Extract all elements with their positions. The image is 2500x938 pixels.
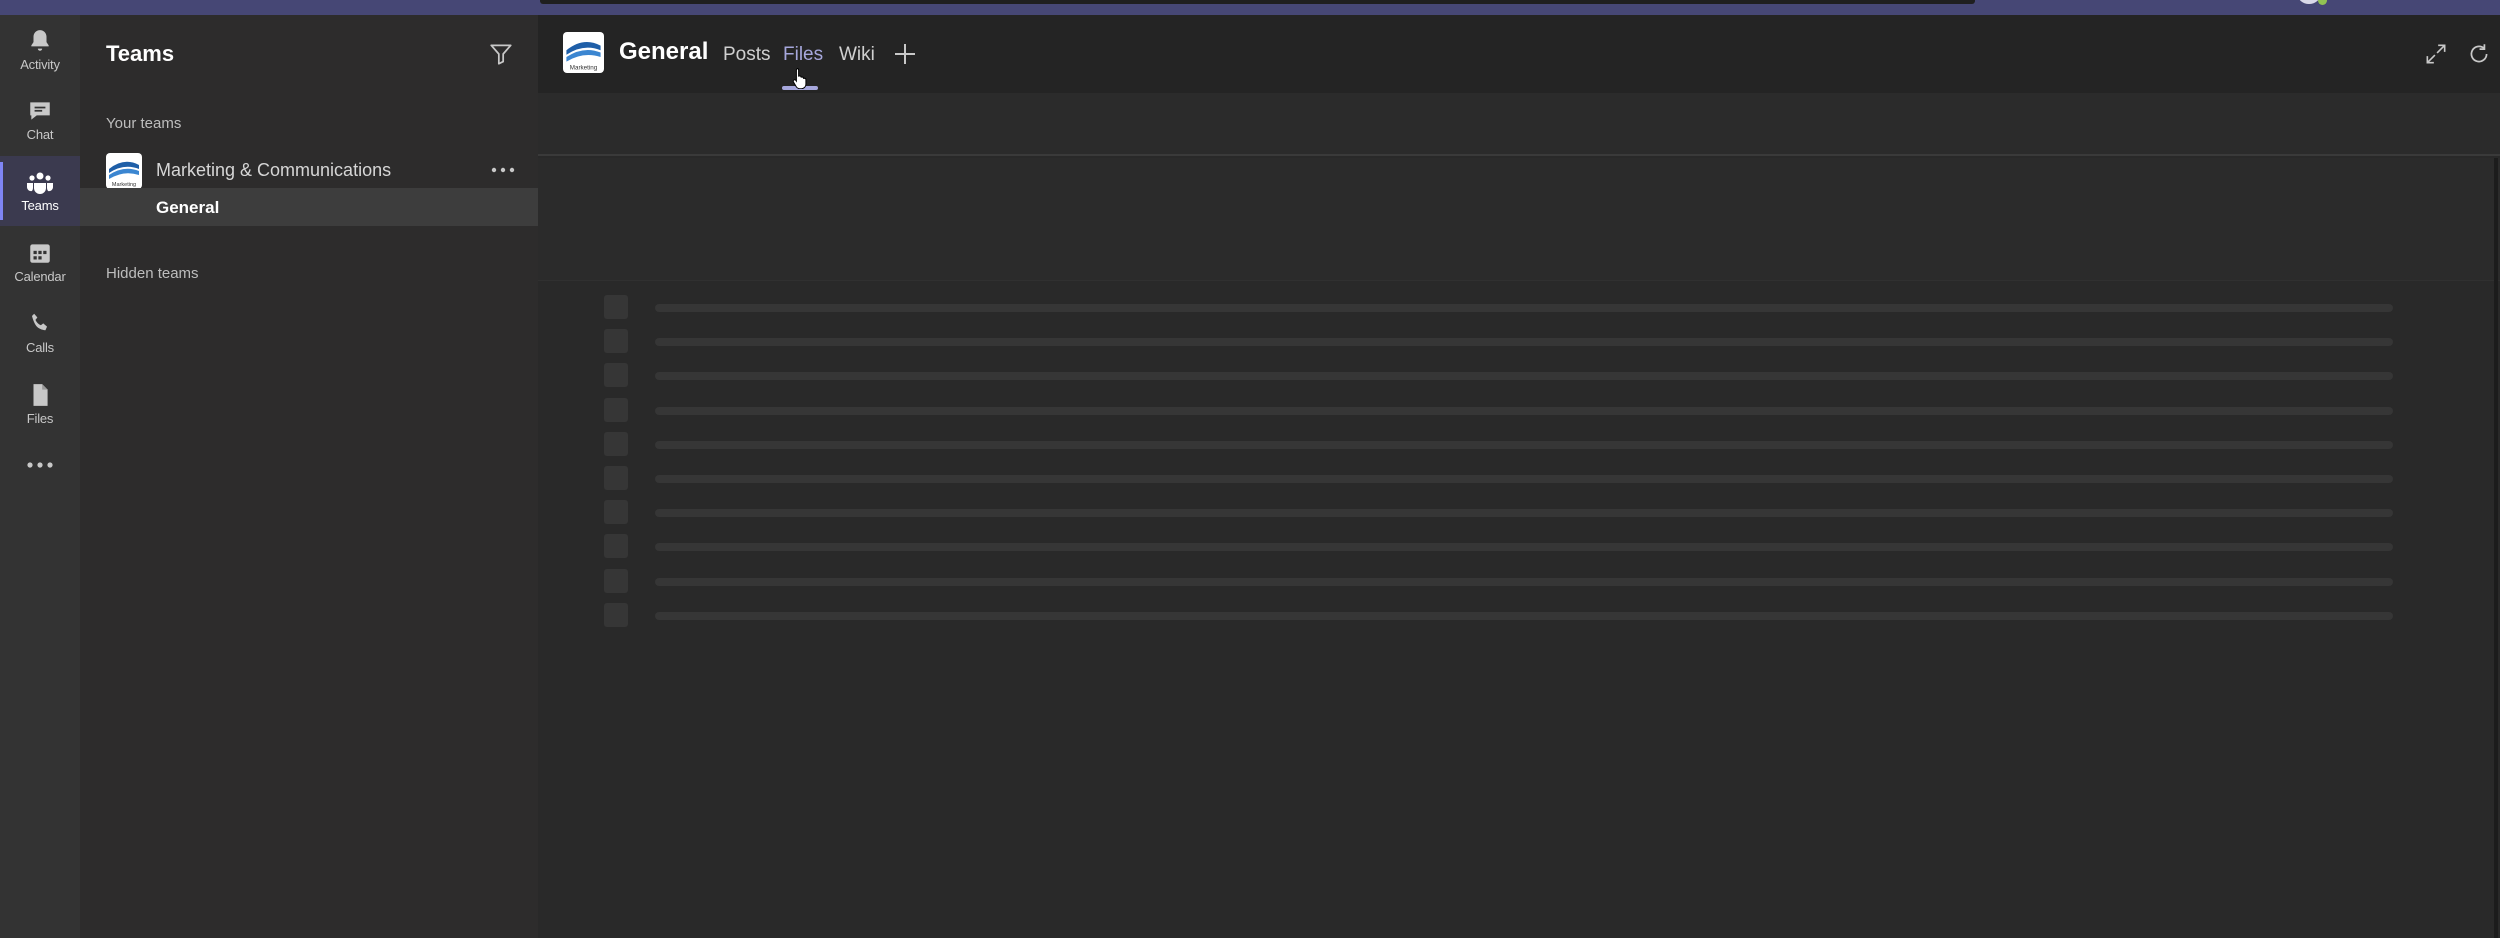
rail-item-files[interactable]: Files xyxy=(0,369,80,439)
more-options-icon xyxy=(491,167,515,173)
bell-icon xyxy=(31,30,49,51)
loading-placeholder-row xyxy=(538,295,2500,321)
your-teams-heading: Your teams xyxy=(106,115,182,132)
rail-item-activity[interactable]: Activity xyxy=(0,15,80,85)
rail-item-label: Activity xyxy=(20,57,60,72)
expand-icon[interactable] xyxy=(2423,41,2449,67)
placeholder-line xyxy=(655,509,2393,518)
placeholder-checkbox xyxy=(604,602,628,627)
team-logo: Marketing xyxy=(106,153,142,189)
svg-text:Marketing: Marketing xyxy=(570,65,598,72)
placeholder-checkbox xyxy=(604,534,628,559)
rail-item-label: Calendar xyxy=(14,269,66,284)
pointer-cursor-icon xyxy=(792,68,807,89)
placeholder-line xyxy=(655,475,2393,483)
rail-item-calls[interactable]: Calls xyxy=(0,298,80,368)
filter-icon[interactable] xyxy=(488,41,514,67)
loading-placeholder-row xyxy=(538,466,2500,492)
plus-icon[interactable] xyxy=(890,39,920,69)
teams-icon xyxy=(26,172,54,194)
loading-placeholder-row xyxy=(538,500,2500,526)
placeholder-checkbox xyxy=(604,431,628,456)
placeholder-checkbox xyxy=(604,363,628,388)
channel-name: General xyxy=(156,198,220,217)
more-apps-icon xyxy=(27,462,53,468)
loading-placeholder-row xyxy=(538,534,2500,560)
placeholder-line xyxy=(655,611,2393,620)
loading-placeholder-row xyxy=(538,568,2500,595)
title-bar-strip xyxy=(540,0,1975,4)
loading-placeholder-row xyxy=(538,329,2500,355)
main-content: Marketing General Posts Files Wiki xyxy=(538,15,2500,938)
file-icon xyxy=(33,384,48,406)
title-bar xyxy=(0,0,2500,15)
placeholder-line xyxy=(655,543,2393,552)
placeholder-line xyxy=(655,577,2393,586)
channel-title: General xyxy=(619,38,709,65)
rail-more-apps-button[interactable] xyxy=(0,440,80,490)
placeholder-line xyxy=(655,338,2393,347)
team-item[interactable]: Marketing Marketing & Communications xyxy=(80,147,538,191)
calendar-icon xyxy=(30,244,50,263)
refresh-icon[interactable] xyxy=(2466,41,2492,67)
team-more-button[interactable] xyxy=(488,155,518,185)
loading-placeholder-row xyxy=(538,363,2500,389)
loading-placeholder-row xyxy=(538,602,2500,629)
app-rail: Activity Chat Teams Calendar Calls Files xyxy=(0,15,80,938)
placeholder-line xyxy=(655,304,2393,312)
chat-icon xyxy=(30,102,50,120)
rail-item-label: Teams xyxy=(21,198,59,213)
placeholder-checkbox xyxy=(604,295,628,319)
presence-badge xyxy=(2318,0,2327,5)
placeholder-checkbox xyxy=(604,500,628,525)
rail-item-label: Chat xyxy=(26,127,54,142)
rail-item-label: Calls xyxy=(26,340,54,355)
placeholder-checkbox xyxy=(604,568,628,593)
placeholder-checkbox xyxy=(604,329,628,354)
rail-item-chat[interactable]: Chat xyxy=(0,85,80,155)
tab-posts[interactable]: Posts xyxy=(723,44,771,66)
phone-icon xyxy=(31,313,48,331)
placeholder-line xyxy=(655,440,2393,449)
rail-item-calendar[interactable]: Calendar xyxy=(0,227,80,297)
tab-wiki[interactable]: Wiki xyxy=(839,44,875,66)
placeholder-line xyxy=(655,372,2393,381)
files-toolbar xyxy=(538,93,2500,156)
placeholder-line xyxy=(655,406,2393,415)
channel-header: Marketing General Posts Files Wiki xyxy=(538,15,2500,93)
placeholder-checkbox xyxy=(604,397,628,422)
channel-item-general[interactable]: General xyxy=(80,188,538,226)
rail-item-teams[interactable]: Teams xyxy=(0,156,80,226)
channel-team-logo: Marketing xyxy=(563,32,604,73)
pane-title: Teams xyxy=(106,41,175,66)
avatar[interactable] xyxy=(2298,0,2320,4)
placeholder-checkbox xyxy=(604,466,628,490)
tab-files[interactable]: Files xyxy=(783,44,823,66)
team-name: Marketing & Communications xyxy=(156,160,392,180)
files-header-placeholder xyxy=(538,158,2500,281)
hidden-teams-link[interactable]: Hidden teams xyxy=(106,265,199,282)
rail-item-label: Files xyxy=(26,411,54,426)
loading-placeholder-row xyxy=(538,397,2500,424)
loading-placeholder-row xyxy=(538,431,2500,458)
teams-pane: Teams Your teams Marketing Marketing & C… xyxy=(80,15,538,938)
